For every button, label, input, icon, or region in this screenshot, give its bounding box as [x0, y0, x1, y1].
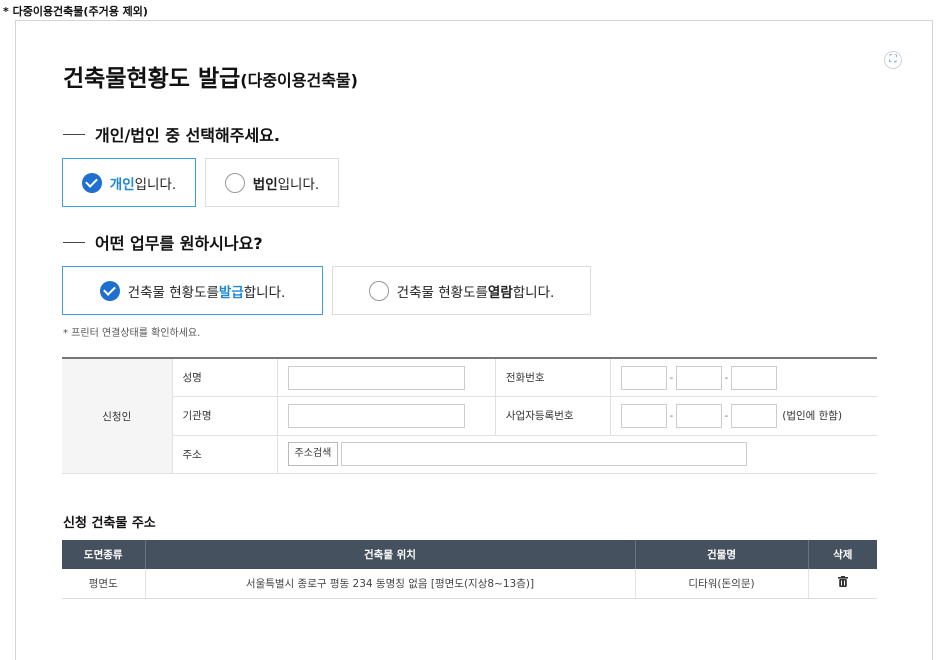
option-view-post: 합니다. — [512, 284, 555, 301]
building-section-title: 신청 건축물 주소 — [63, 516, 156, 531]
section-applicant-type-label: 개인/법인 중 선택해주세요. — [95, 126, 280, 145]
section-task-heading: 어떤 업무를 원하시나요? — [63, 230, 263, 254]
radio-empty-icon — [224, 172, 245, 193]
phone-input-1[interactable] — [620, 365, 667, 390]
phone-sep-1: - — [669, 371, 674, 384]
fullscreen-icon[interactable]: ⛶ — [884, 51, 902, 69]
name-cell — [276, 358, 496, 397]
trash-icon[interactable] — [837, 576, 848, 588]
printer-note: * 프린터 연결상태를 확인하세요. — [63, 328, 201, 339]
address-search-button[interactable]: 주소검색 — [287, 442, 339, 467]
option-issue[interactable]: 건축물 현황도를 발급 합니다. — [62, 266, 323, 315]
col-location: 건축물 위치 — [144, 540, 635, 569]
page-title-main: 건축물현황도 발급 — [63, 66, 241, 92]
check-circle-icon — [99, 280, 120, 301]
name-input[interactable] — [287, 365, 465, 390]
org-input[interactable] — [287, 403, 465, 428]
heading-dash — [63, 133, 85, 135]
option-personal-strong: 개인 — [109, 176, 135, 193]
form-row-name: 신청인 성명 전화번호 -- — [62, 358, 877, 474]
bizno-note: (법인에 한함) — [782, 410, 843, 423]
option-issue-strong: 발급 — [218, 284, 244, 301]
page-title-sub: (다중이용건축물) — [240, 71, 358, 90]
bizno-input-3[interactable] — [730, 403, 777, 428]
col-delete: 삭제 — [807, 540, 877, 569]
address-label: 주소 — [171, 435, 277, 474]
phone-sep-2: - — [724, 371, 729, 384]
option-personal-rest: 입니다. — [134, 176, 177, 193]
top-note: * 다중이용건축물(주거용 제외) — [3, 5, 148, 18]
row-delete-cell — [807, 569, 877, 599]
option-personal[interactable]: 개인 입니다. — [62, 158, 196, 207]
option-view-pre: 건축물 현황도를 — [396, 284, 488, 301]
option-view[interactable]: 건축물 현황도를 열람 합니다. — [332, 266, 591, 315]
phone-cell: -- — [609, 358, 877, 397]
table-row: 평면도 서울특별시 종로구 평동 234 동명칭 없음 [평면도(지상8~13층… — [62, 569, 877, 599]
option-corporation[interactable]: 법인 입니다. — [205, 158, 339, 207]
building-table: 도면종류 건축물 위치 건물명 삭제 평면도 서울특별시 종로구 평동 234 … — [62, 540, 877, 599]
bizno-input-1[interactable] — [620, 403, 667, 428]
form-row-address: 주소 주소검색 — [62, 435, 877, 474]
building-table-header: 도면종류 건축물 위치 건물명 삭제 — [62, 540, 877, 569]
page-title: 건축물현황도 발급(다중이용건축물) — [63, 59, 358, 93]
bizno-sep-2: - — [724, 409, 729, 422]
address-cell: 주소검색 — [276, 435, 877, 474]
bizno-sep-1: - — [669, 409, 674, 422]
option-corporation-rest: 입니다. — [277, 176, 320, 193]
check-circle-icon — [81, 172, 102, 193]
col-building-name: 건물명 — [634, 540, 808, 569]
radio-empty-icon — [368, 280, 389, 301]
phone-input-2[interactable] — [675, 365, 722, 390]
col-drawing-type: 도면종류 — [62, 540, 145, 569]
phone-label: 전화번호 — [494, 358, 611, 397]
bizno-input-2[interactable] — [675, 403, 722, 428]
phone-input-3[interactable] — [730, 365, 777, 390]
name-label: 성명 — [171, 358, 277, 397]
row-type: 평면도 — [62, 569, 145, 599]
row-building-name: 디타워(돈의문) — [634, 569, 808, 599]
option-view-strong: 열람 — [487, 284, 513, 301]
heading-dash — [63, 241, 85, 243]
section-applicant-type-heading: 개인/법인 중 선택해주세요. — [63, 122, 280, 146]
main-panel: ⛶ 건축물현황도 발급(다중이용건축물) 개인/법인 중 선택해주세요. 개인 … — [15, 20, 933, 660]
applicant-form: 신청인 성명 전화번호 -- 기관명 사업자등록번호 -- (법인에 한함) 주… — [62, 357, 877, 474]
section-task-label: 어떤 업무를 원하시나요? — [95, 234, 263, 253]
bizno-cell: - - (법인에 한함) — [609, 396, 877, 436]
applicant-label: 신청인 — [62, 358, 172, 474]
org-cell — [276, 396, 496, 436]
address-input[interactable] — [341, 442, 748, 467]
org-label: 기관명 — [171, 396, 277, 436]
option-issue-pre: 건축물 현황도를 — [127, 284, 219, 301]
row-location: 서울특별시 종로구 평동 234 동명칭 없음 [평면도(지상8~13층)] — [144, 569, 635, 599]
option-corporation-strong: 법인 — [252, 176, 278, 193]
option-issue-post: 합니다. — [243, 284, 286, 301]
form-row-org: 기관명 사업자등록번호 - - (법인에 한함) — [62, 396, 877, 436]
bizno-label: 사업자등록번호 — [494, 396, 611, 436]
